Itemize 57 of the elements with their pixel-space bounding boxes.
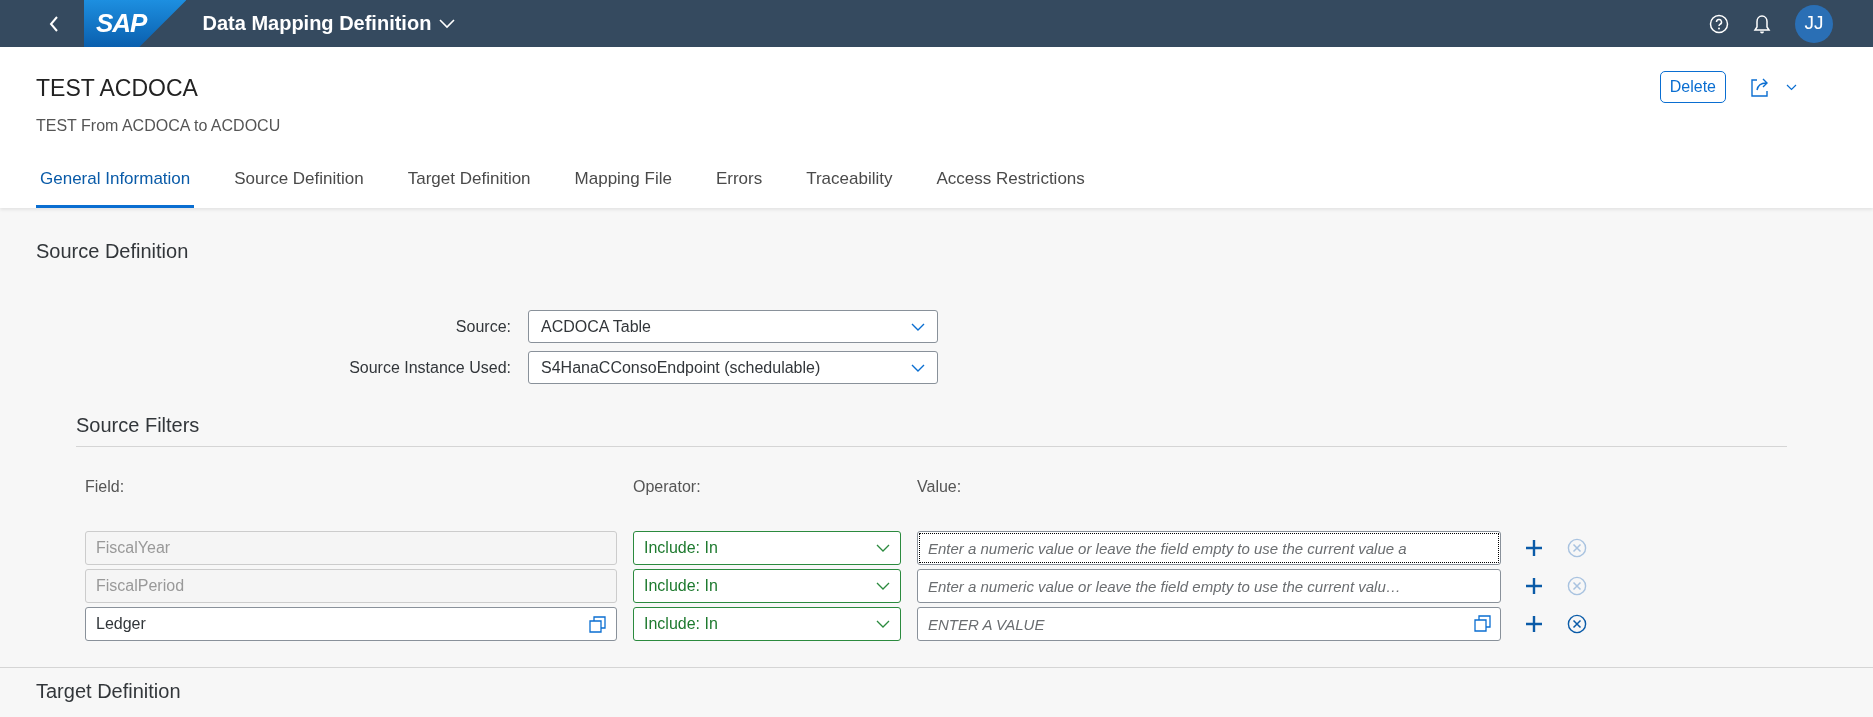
chevron-down-icon bbox=[911, 363, 925, 372]
notifications-button[interactable] bbox=[1753, 13, 1771, 34]
logo: SAP bbox=[84, 0, 187, 47]
plus-icon bbox=[1525, 615, 1543, 633]
column-header: Value: bbox=[917, 477, 963, 497]
operator-select[interactable]: Include: In bbox=[633, 607, 901, 641]
input-field[interactable]: Enter a numeric value or leave the field empty to use the current value a bbox=[917, 531, 1501, 565]
section-title: Source Definition bbox=[36, 239, 190, 264]
value-help-icon[interactable] bbox=[589, 615, 606, 633]
chevron-down-icon bbox=[876, 620, 890, 628]
chevron-down-icon bbox=[911, 322, 925, 331]
tab[interactable]: Source Definition bbox=[230, 153, 368, 208]
chevron-down-icon bbox=[439, 18, 456, 29]
select-field[interactable]: S4HanaCConsoEndpoint (schedulable) bbox=[528, 351, 938, 384]
plus-icon bbox=[1525, 539, 1543, 557]
input-field[interactable]: Ledger bbox=[85, 607, 617, 641]
user-avatar[interactable]: JJ bbox=[1795, 4, 1833, 43]
help-icon bbox=[1709, 13, 1729, 34]
operator-select[interactable]: Include: In bbox=[633, 531, 901, 565]
value-help-icon[interactable] bbox=[1474, 615, 1491, 632]
subsection-title: Source Filters bbox=[76, 410, 1787, 447]
select-field[interactable]: ACDOCA Table bbox=[528, 310, 938, 343]
tab[interactable]: General Information bbox=[36, 153, 195, 208]
tab[interactable]: Traceability bbox=[802, 153, 897, 208]
input-field[interactable]: ENTER A VALUE bbox=[917, 607, 1501, 641]
help-button[interactable] bbox=[1709, 13, 1729, 34]
close-circle-icon bbox=[1567, 614, 1587, 634]
tab[interactable]: Target Definition bbox=[403, 153, 535, 208]
remove-button[interactable] bbox=[1567, 614, 1587, 634]
bell-icon bbox=[1753, 13, 1771, 34]
operator-select[interactable]: Include: In bbox=[633, 569, 901, 603]
share-menu-button[interactable] bbox=[1750, 77, 1797, 97]
close-circle-icon bbox=[1567, 538, 1587, 558]
tab[interactable]: Access Restrictions bbox=[932, 153, 1089, 208]
column-header: Field: bbox=[85, 477, 126, 497]
add-button[interactable] bbox=[1525, 615, 1543, 633]
object-title: TEST ACDOCA bbox=[36, 74, 199, 103]
section-title: Target Definition bbox=[36, 679, 182, 704]
chevron-down-icon bbox=[876, 582, 890, 590]
input-field[interactable]: Enter a numeric value or leave the field empty to use the current valu… bbox=[917, 569, 1501, 603]
plus-icon bbox=[1525, 577, 1543, 595]
column-header: Operator: bbox=[633, 477, 702, 497]
field-label: Source: bbox=[454, 316, 512, 337]
tab[interactable]: Errors bbox=[711, 153, 767, 208]
app-title-menu[interactable]: Data Mapping Definition bbox=[202, 12, 456, 35]
add-button[interactable] bbox=[1525, 539, 1543, 557]
chevron-down-icon bbox=[876, 544, 890, 552]
field-label: Source Instance Used: bbox=[348, 357, 512, 378]
back-icon bbox=[48, 14, 60, 33]
back-button[interactable] bbox=[48, 14, 60, 33]
delete-button[interactable]: Delete bbox=[1659, 71, 1726, 103]
share-icon bbox=[1750, 77, 1770, 97]
tab[interactable]: Mapping File bbox=[570, 153, 676, 208]
object-subtitle: TEST From ACDOCA to ACDOCU bbox=[36, 115, 281, 136]
add-button[interactable] bbox=[1525, 577, 1543, 595]
chevron-down-icon bbox=[1786, 83, 1797, 91]
close-circle-icon bbox=[1567, 576, 1587, 596]
